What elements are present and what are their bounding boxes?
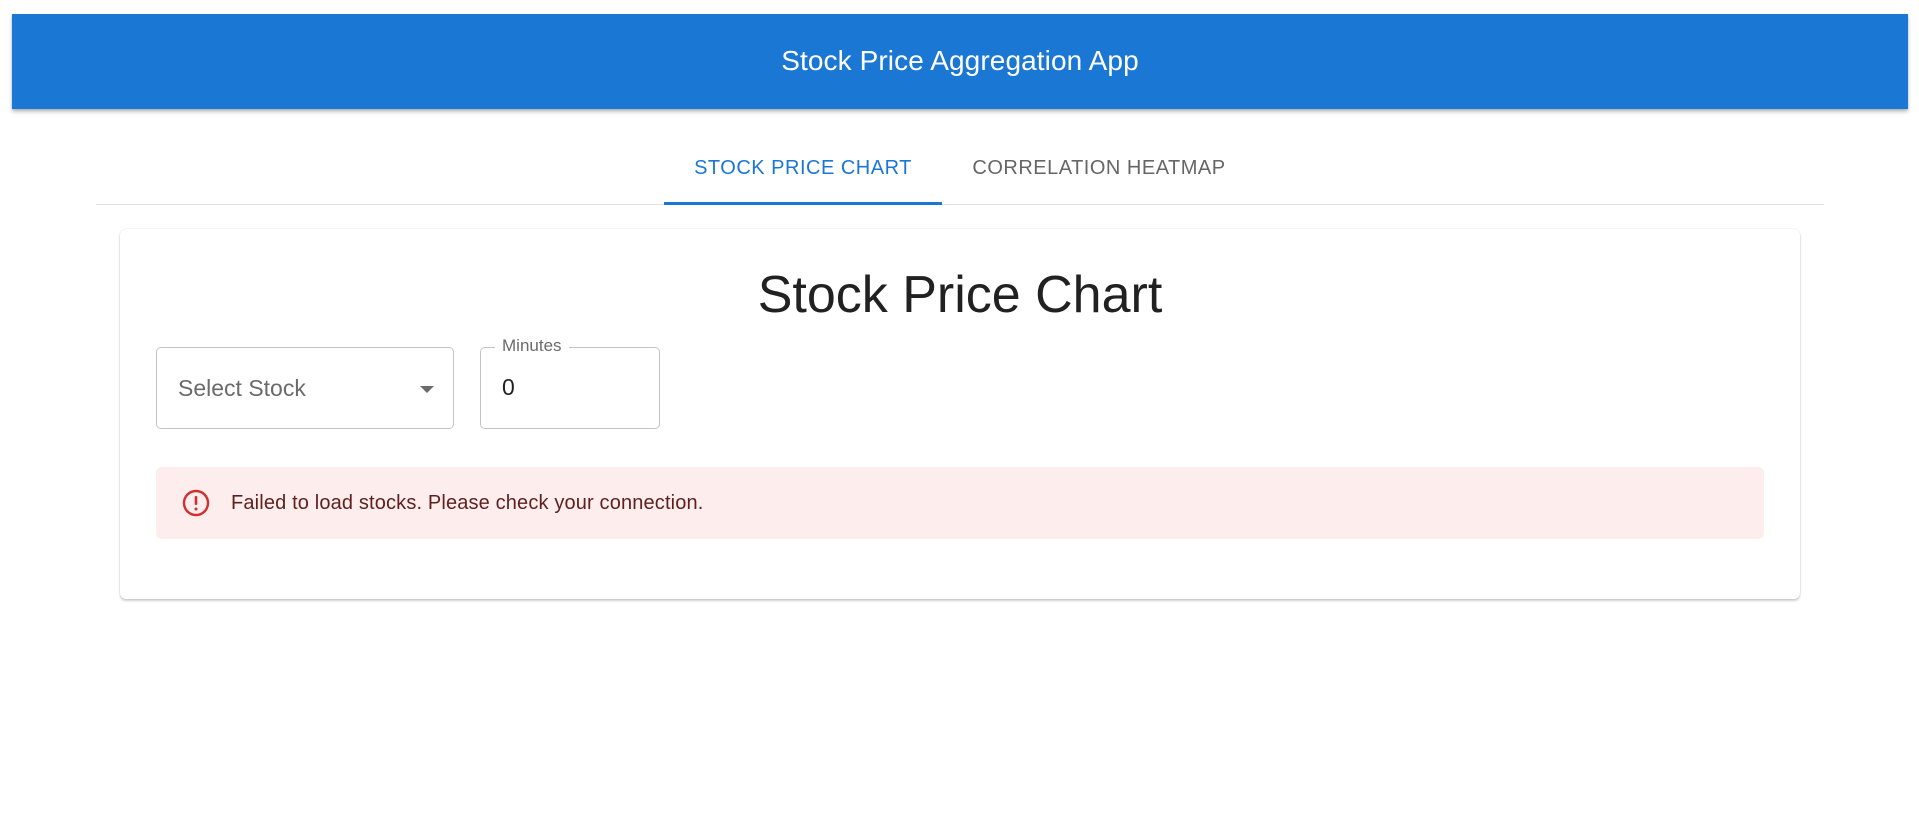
error-alert: Failed to load stocks. Please check your…: [156, 467, 1764, 539]
app-title: Stock Price Aggregation App: [781, 44, 1139, 76]
chart-card: Stock Price Chart Select Stock Minutes F…: [120, 229, 1800, 599]
chevron-down-icon: [420, 386, 434, 393]
minutes-label: Minutes: [495, 336, 569, 356]
app-bar: Stock Price Aggregation App: [12, 14, 1908, 109]
page-title: Stock Price Chart: [757, 266, 1163, 324]
alert-message: Failed to load stocks. Please check your…: [231, 491, 704, 514]
tab-stock-price-chart[interactable]: STOCK PRICE CHART: [664, 132, 942, 205]
error-outline-icon: [181, 488, 211, 518]
stock-select-placeholder: Select Stock: [178, 374, 306, 401]
stock-select[interactable]: Select Stock: [156, 347, 454, 429]
minutes-input[interactable]: [502, 374, 642, 401]
tab-label: CORRELATION HEATMAP: [972, 156, 1226, 179]
minutes-field[interactable]: Minutes: [480, 336, 660, 429]
tab-bar: STOCK PRICE CHART CORRELATION HEATMAP: [96, 132, 1824, 205]
tab-label: STOCK PRICE CHART: [694, 156, 912, 179]
tab-correlation-heatmap[interactable]: CORRELATION HEATMAP: [942, 132, 1256, 204]
